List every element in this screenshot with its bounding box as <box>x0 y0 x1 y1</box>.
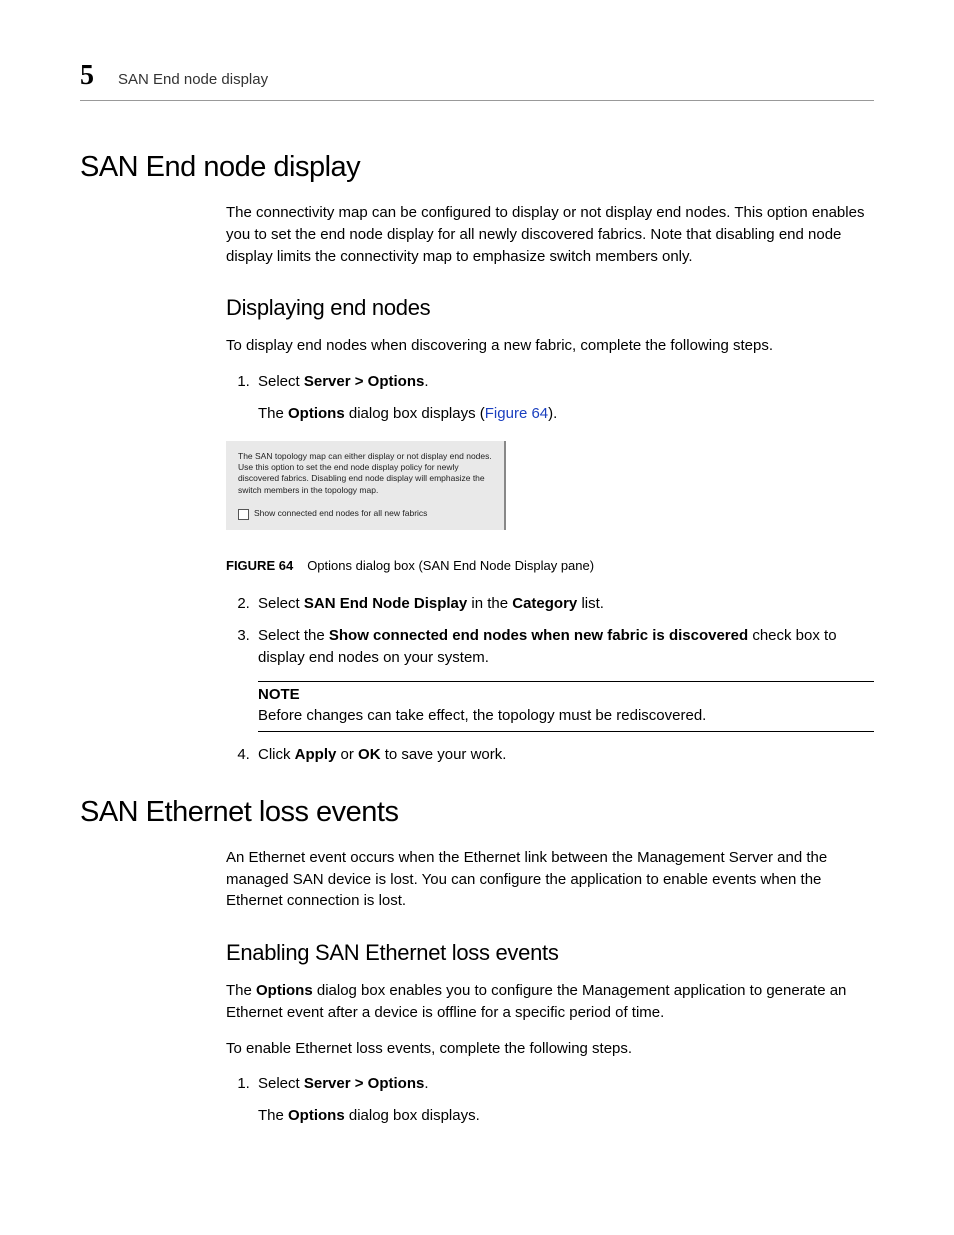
checkbox-icon[interactable] <box>238 509 249 520</box>
step-1: Select Server > Options. The Options dia… <box>254 371 874 425</box>
step4-post: to save your work. <box>381 746 507 763</box>
step1-sub-bold: Options <box>288 405 345 422</box>
step2-b1: SAN End Node Display <box>304 595 467 612</box>
step4-pre: Click <box>258 746 295 763</box>
subsection1-intro: To display end nodes when discovering a … <box>226 335 874 357</box>
step4-b1: Apply <box>295 746 337 763</box>
s2-step1-sub-post: dialog box displays. <box>345 1107 480 1124</box>
step2-pre: Select <box>258 595 304 612</box>
figure-64-link[interactable]: Figure 64 <box>485 405 548 422</box>
s2-step1-substep: The Options dialog box displays. <box>258 1105 874 1127</box>
running-head-text: SAN End node display <box>118 71 268 88</box>
step-2: Select SAN End Node Display in the Categ… <box>254 593 874 615</box>
figure-caption-text: Options dialog box (SAN End Node Display… <box>307 558 594 573</box>
note-body: Before changes can take effect, the topo… <box>258 705 874 732</box>
step3-pre: Select the <box>258 627 329 644</box>
step1-sub-end: ). <box>548 405 557 422</box>
step3-b1: Show connected end nodes when new fabric… <box>329 627 748 644</box>
step1-sub-mid: dialog box displays ( <box>345 405 485 422</box>
step4-b2: OK <box>358 746 381 763</box>
step2-post: list. <box>577 595 604 612</box>
s2-step1-sub-bold: Options <box>288 1107 345 1124</box>
subsection-title-displaying-end-nodes: Displaying end nodes <box>226 295 874 321</box>
page-header: 5 SAN End node display <box>80 60 874 101</box>
section2-intro: An Ethernet event occurs when the Ethern… <box>226 847 874 912</box>
s2-step1-sub-pre: The <box>258 1107 288 1124</box>
figure-checkbox-label: Show connected end nodes for all new fab… <box>254 508 427 519</box>
steps-list-1: Select Server > Options. The Options dia… <box>226 371 874 425</box>
s2-step-1: Select Server > Options. The Options dia… <box>254 1073 874 1127</box>
step2-mid: in the <box>467 595 512 612</box>
sub2-intro-pre: The <box>226 982 256 999</box>
subsection-title-enabling-san-ethernet-loss-events: Enabling SAN Ethernet loss events <box>226 940 874 966</box>
s2-step1-bold: Server > Options <box>304 1075 424 1092</box>
step2-b2: Category <box>512 595 577 612</box>
step1-substep: The Options dialog box displays (Figure … <box>258 403 874 425</box>
steps-list-2: Select Server > Options. The Options dia… <box>226 1073 874 1127</box>
sub2-intro-post: dialog box enables you to configure the … <box>226 982 846 1021</box>
step1-text-pre: Select <box>258 373 304 390</box>
s2-step1-post: . <box>424 1075 428 1092</box>
step4-mid: or <box>336 746 358 763</box>
figure-panel-desc: The SAN topology map can either display … <box>238 451 492 497</box>
step1-sub-pre: The <box>258 405 288 422</box>
figure-64-caption: FIGURE 64 Options dialog box (SAN End Nod… <box>226 558 874 573</box>
chapter-number: 5 <box>80 60 94 92</box>
section1-intro: The connectivity map can be configured t… <box>226 202 874 267</box>
step1-bold: Server > Options <box>304 373 424 390</box>
figure-caption-label: FIGURE 64 <box>226 558 293 573</box>
section-title-san-ethernet-loss-events: SAN Ethernet loss events <box>80 796 874 829</box>
step-4: Click Apply or OK to save your work. <box>254 744 874 766</box>
figure-64-image: The SAN topology map can either display … <box>226 441 506 531</box>
s2-step1-pre: Select <box>258 1075 304 1092</box>
figure-checkbox-row: Show connected end nodes for all new fab… <box>238 508 492 520</box>
step1-text-post: . <box>424 373 428 390</box>
steps-list-1-cont: Select SAN End Node Display in the Categ… <box>226 593 874 766</box>
figure-dialog-panel: The SAN topology map can either display … <box>226 441 506 531</box>
note-label: NOTE <box>258 681 874 706</box>
subsection2-intro: The Options dialog box enables you to co… <box>226 980 874 1024</box>
note-block: NOTE Before changes can take effect, the… <box>258 681 874 733</box>
section-title-san-end-node-display: SAN End node display <box>80 151 874 184</box>
subsection2-lead: To enable Ethernet loss events, complete… <box>226 1038 874 1060</box>
step-3: Select the Show connected end nodes when… <box>254 625 874 732</box>
sub2-intro-bold: Options <box>256 982 313 999</box>
